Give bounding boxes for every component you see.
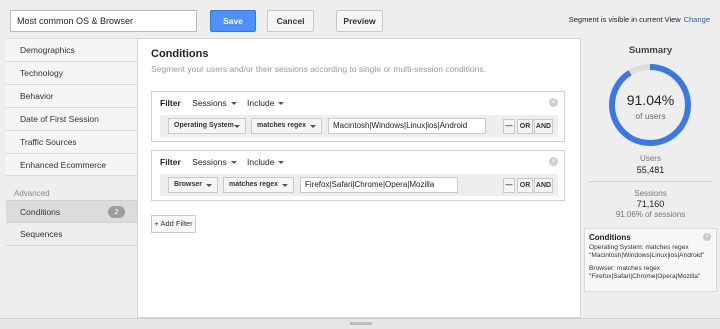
bottom-resize-bar (0, 318, 720, 329)
segment-visibility-text: Segment is visible in current View Change (569, 15, 710, 24)
preview-button[interactable]: Preview (336, 10, 383, 32)
dimension-value: Browser (174, 181, 203, 188)
and-button[interactable]: AND (534, 119, 553, 134)
filter-block: Filter Sessions Include × Operating Syst… (151, 91, 565, 142)
sessions-percent: 91.06% of sessions (615, 210, 686, 219)
users-value: 55,481 (636, 165, 665, 175)
chevron-down-icon (278, 102, 285, 106)
condition-summary-line: Browser: matches regex "Firefox|Safari|C… (589, 265, 701, 280)
sidebar-item-technology[interactable]: Technology (6, 61, 137, 84)
visibility-label: Segment is visible in current View (568, 15, 681, 24)
add-filter-button[interactable]: + Add Filter (151, 215, 196, 233)
chevron-down-icon (230, 102, 237, 106)
dimension-select[interactable]: Operating System (168, 118, 246, 134)
chevron-down-icon (310, 125, 316, 128)
filter-header: Filter Sessions Include (160, 157, 292, 167)
sidebar-item-date-of-first-session[interactable]: Date of First Session (6, 107, 137, 130)
sessions-label: Sessions (634, 189, 667, 198)
remove-filter-icon[interactable]: × (549, 157, 558, 166)
users-percent-value: 91.04% (626, 92, 675, 108)
or-button[interactable]: OR (517, 178, 533, 193)
operator-select[interactable]: matches regex (223, 177, 294, 193)
scope-dropdown[interactable]: Sessions (192, 157, 237, 167)
include-dropdown[interactable]: Include (247, 98, 285, 108)
conditions-panel: Conditions Segment your users and/or the… (137, 38, 581, 318)
chevron-down-icon (234, 125, 240, 128)
dimension-value: Operating System (174, 122, 234, 129)
summary-title: Summary (628, 45, 673, 56)
condition-value-input[interactable]: Firefox|Safari|Chrome|Opera|Mozilla (300, 177, 458, 193)
conditions-count-badge: 2 (108, 206, 125, 218)
remove-condition-button[interactable]: — (503, 178, 515, 193)
operator-select[interactable]: matches regex (251, 118, 322, 134)
remove-condition-button[interactable]: — (503, 119, 515, 134)
operator-value: matches regex (257, 122, 307, 129)
page-subtitle: Segment your users and/or their sessions… (151, 64, 486, 74)
save-button[interactable]: Save (210, 10, 256, 32)
condition-value-input[interactable]: Macintosh|Windows|Linux|ios|Android (328, 118, 486, 134)
scope-dropdown[interactable]: Sessions (192, 98, 237, 108)
sidebar-item-label: Conditions (20, 207, 61, 217)
summary-panel: Summary 91.04% of users Users 55,481 Ses… (581, 38, 720, 319)
condition-summary-line: Operating System: matches regex "Macinto… (589, 244, 705, 259)
filter-label: Filter (160, 98, 181, 108)
filter-block: Filter Sessions Include × Browser matche… (151, 150, 565, 201)
filter-label: Filter (160, 157, 181, 167)
dimension-select[interactable]: Browser (168, 177, 218, 193)
chevron-down-icon (282, 184, 288, 187)
chevron-down-icon (206, 184, 212, 187)
scope-value: Sessions (192, 157, 227, 167)
and-button[interactable]: AND (534, 178, 553, 193)
or-button[interactable]: OR (517, 119, 533, 134)
summary-divider (589, 181, 712, 182)
conditions-summary-title: Conditions (589, 233, 631, 242)
close-icon[interactable]: × (703, 233, 711, 241)
include-dropdown[interactable]: Include (247, 157, 285, 167)
users-label: Users (640, 154, 661, 163)
remove-filter-icon[interactable]: × (549, 98, 558, 107)
sidebar-item-behavior[interactable]: Behavior (6, 84, 137, 107)
segment-editor-header: Most common OS & Browser Save Cancel Pre… (0, 0, 720, 38)
scope-value: Sessions (192, 98, 227, 108)
conditions-summary-box: Conditions × Operating System: matches r… (584, 228, 717, 292)
page-title: Conditions (151, 48, 209, 60)
condition-row: Operating System matches regex Macintosh… (160, 115, 558, 137)
segment-category-sidebar: Demographics Technology Behavior Date of… (6, 38, 144, 319)
sidebar-item-enhanced-ecommerce[interactable]: Enhanced Ecommerce (6, 153, 137, 176)
sidebar-item-traffic-sources[interactable]: Traffic Sources (6, 130, 137, 153)
sidebar-item-conditions[interactable]: Conditions 2 (6, 200, 137, 223)
chevron-down-icon (278, 161, 285, 165)
sidebar-item-demographics[interactable]: Demographics (6, 38, 137, 61)
chevron-down-icon (230, 161, 237, 165)
condition-row: Browser matches regex Firefox|Safari|Chr… (160, 174, 558, 196)
operator-value: matches regex (229, 181, 279, 188)
advanced-section-label: Advanced (14, 189, 50, 198)
cancel-button[interactable]: Cancel (267, 10, 314, 32)
sidebar-item-sequences[interactable]: Sequences (6, 223, 137, 246)
include-value: Include (247, 98, 275, 108)
users-percent-label: of users (635, 111, 666, 121)
segment-name-input[interactable]: Most common OS & Browser (10, 10, 197, 32)
filter-header: Filter Sessions Include (160, 98, 292, 108)
include-value: Include (247, 157, 275, 167)
sessions-value: 71,160 (636, 199, 665, 209)
change-visibility-link[interactable]: Change (684, 15, 710, 24)
resize-grip-icon[interactable] (350, 322, 372, 325)
